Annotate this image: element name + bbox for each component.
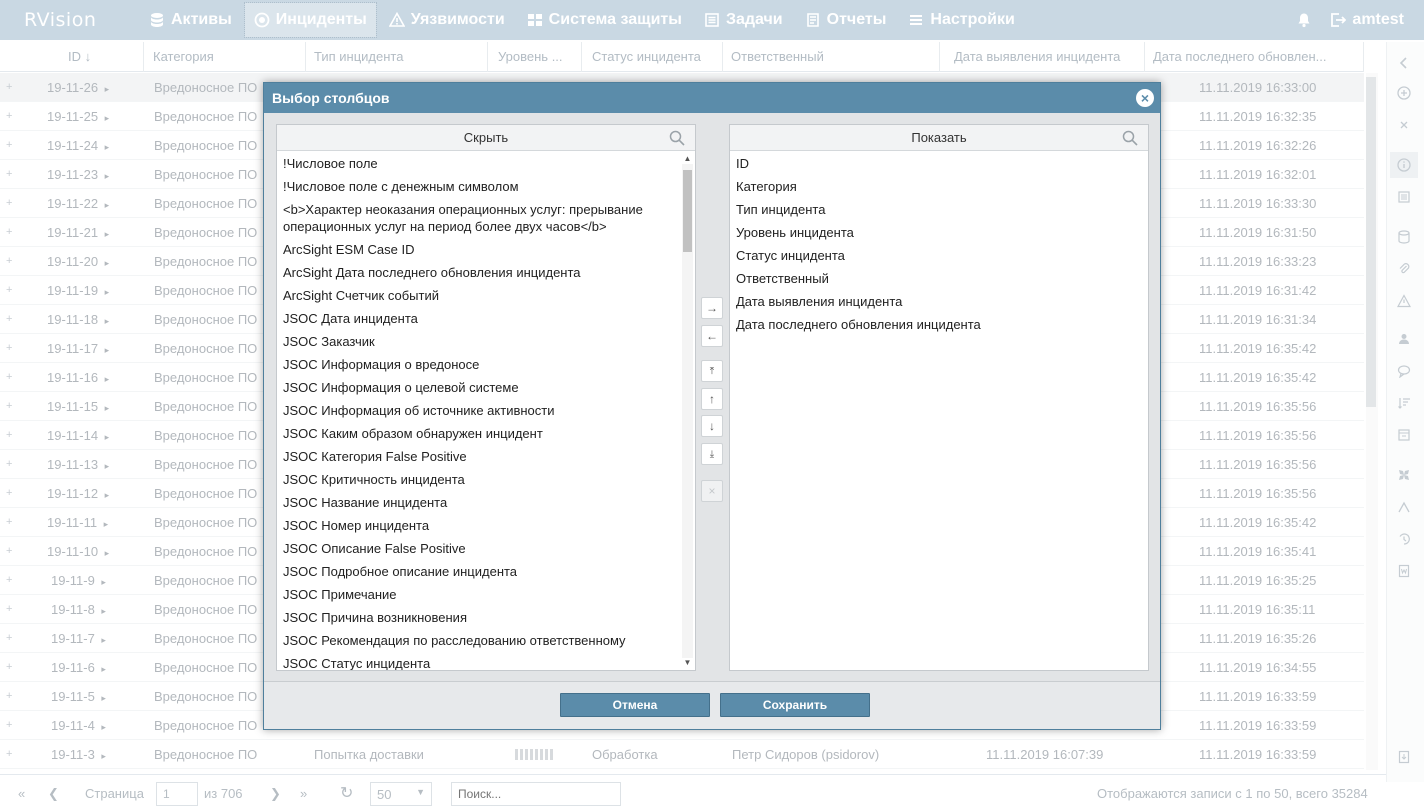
shown-column-item[interactable]: Ответственный [730,267,1148,290]
scroll-up-arrow[interactable]: ▲ [682,154,693,164]
move-right-button[interactable]: → [701,297,723,319]
shown-column-item[interactable]: ID [730,152,1148,175]
remove-button[interactable]: × [701,480,723,502]
hidden-column-item[interactable]: JSOC Название инцидента [277,491,695,514]
hidden-columns-list[interactable]: !Числовое поле !Числовое поле с денежным … [277,152,695,670]
hidden-column-item[interactable]: JSOC Статус инцидента [277,652,695,670]
move-down-button[interactable]: ↓ [701,415,723,437]
hidden-column-item[interactable]: JSOC Информация о целевой системе [277,376,695,399]
remove-icon: × [708,484,716,498]
hidden-column-item[interactable]: JSOC Категория False Positive [277,445,695,468]
shown-columns-header: Показать [730,125,1148,151]
cancel-button[interactable]: Отмена [560,693,710,717]
hidden-column-item[interactable]: JSOC Примечание [277,583,695,606]
arrow-right-icon: → [706,301,718,315]
hidden-column-item[interactable]: JSOC Подробное описание инцидента [277,560,695,583]
dialog-footer: Отмена Сохранить [264,681,1160,729]
search-icon[interactable] [669,130,685,146]
hidden-column-item[interactable]: !Числовое поле с денежным символом [277,175,695,198]
column-chooser-dialog: Выбор столбцов × Скрыть !Числовое поле !Ч… [263,82,1161,730]
shown-column-item[interactable]: Дата последнего обновления инцидента [730,313,1148,336]
shown-columns-list[interactable]: ID Категория Тип инцидента Уровень инцидент… [730,152,1148,670]
hidden-list-scrollbar[interactable]: ▲ ▼ [682,154,693,668]
scroll-thumb[interactable] [683,170,692,252]
move-up-button[interactable]: ↑ [701,388,723,410]
arrow-top-icon: ⤒ [709,365,715,377]
hidden-column-item[interactable]: JSOC Рекомендация по расследованию ответ… [277,629,695,652]
shown-columns-title: Показать [911,130,967,145]
hidden-column-item[interactable]: JSOC Информация об источнике активности [277,399,695,422]
hidden-columns-title: Скрыть [463,130,509,145]
save-button[interactable]: Сохранить [720,693,870,717]
hidden-column-item[interactable]: ArcSight Дата последнего обновления инци… [277,261,695,284]
arrow-bottom-icon: ⤓ [709,448,715,460]
hidden-column-item[interactable]: !Числовое поле [277,152,695,175]
hidden-column-item[interactable]: JSOC Информация о вредоносе [277,353,695,376]
hidden-column-item[interactable]: JSOC Каким образом обнаружен инцидент [277,422,695,445]
shown-column-item[interactable]: Тип инцидента [730,198,1148,221]
arrow-up-icon: ↑ [709,392,715,406]
hidden-column-item[interactable]: JSOC Критичность инцидента [277,468,695,491]
dialog-title: Выбор столбцов [264,83,1160,113]
arrow-left-icon: ← [706,329,718,343]
hidden-columns-panel: Скрыть !Числовое поле !Числовое поле с де… [276,124,696,671]
shown-column-item[interactable]: Уровень инцидента [730,221,1148,244]
hidden-column-item[interactable]: JSOC Заказчик [277,330,695,353]
scroll-down-arrow[interactable]: ▼ [682,658,693,668]
hidden-column-item[interactable]: JSOC Номер инцидента [277,514,695,537]
hidden-column-item[interactable]: ArcSight ESM Case ID [277,238,695,261]
move-left-button[interactable]: ← [701,325,723,347]
shown-column-item[interactable]: Категория [730,175,1148,198]
arrow-down-icon: ↓ [709,419,715,433]
close-dialog-icon[interactable]: × [1136,89,1154,107]
hidden-column-item[interactable]: JSOC Дата инцидента [277,307,695,330]
search-icon[interactable] [1122,130,1138,146]
hidden-column-item[interactable]: JSOC Причина возникновения [277,606,695,629]
hidden-column-item[interactable]: JSOC Описание False Positive [277,537,695,560]
hidden-column-item[interactable]: <b>Характер неоказания операционных услу… [277,198,695,238]
hidden-columns-header: Скрыть [277,125,695,151]
shown-column-item[interactable]: Статус инцидента [730,244,1148,267]
move-bottom-button[interactable]: ⤓ [701,443,723,465]
shown-columns-panel: Показать ID Категория Тип инцидента Уровень… [729,124,1149,671]
shown-column-item[interactable]: Дата выявления инцидента [730,290,1148,313]
move-top-button[interactable]: ⤒ [701,360,723,382]
hidden-column-item[interactable]: ArcSight Счетчик событий [277,284,695,307]
